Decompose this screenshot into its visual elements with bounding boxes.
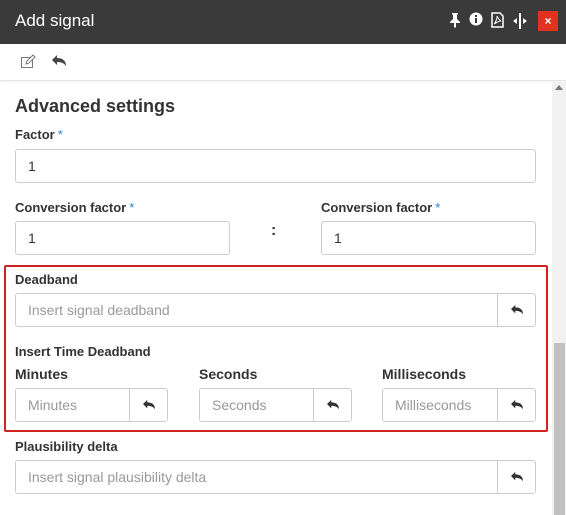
undo-icon <box>511 399 523 410</box>
minutes-input[interactable]: Minutes <box>15 388 130 422</box>
undo-icon[interactable] <box>51 54 69 72</box>
required-marker: * <box>129 200 135 215</box>
milliseconds-label: Milliseconds <box>382 366 467 382</box>
required-marker: * <box>435 200 441 215</box>
undo-icon <box>511 304 523 315</box>
undo-icon <box>143 399 155 410</box>
milliseconds-reset-button[interactable] <box>497 388 536 422</box>
section-title: Advanced settings <box>15 96 176 116</box>
undo-icon <box>511 471 523 482</box>
dialog-title: Add signal <box>15 11 95 30</box>
dialog-titlebar: Add signal × <box>0 0 566 44</box>
factor-label: Factor * <box>15 127 63 142</box>
conversion-factor-right-input[interactable]: 1 <box>321 221 536 255</box>
plausibility-delta-input[interactable]: Insert signal plausibility delta <box>15 460 498 494</box>
scrollbar-thumb[interactable] <box>554 343 565 515</box>
conversion-factor-right-label: Conversion factor * <box>321 200 441 215</box>
undo-icon <box>327 399 339 410</box>
resize-icon[interactable] <box>512 12 528 30</box>
minutes-reset-button[interactable] <box>129 388 168 422</box>
info-icon[interactable] <box>468 12 484 30</box>
edit-icon[interactable] <box>20 54 38 72</box>
close-icon: × <box>544 14 552 28</box>
plausibility-delta-label: Plausibility delta <box>15 439 118 454</box>
required-marker: * <box>57 127 63 142</box>
factor-input[interactable]: 1 <box>15 149 536 183</box>
time-deadband-label: Insert Time Deadband <box>15 344 151 359</box>
seconds-reset-button[interactable] <box>313 388 352 422</box>
conversion-factor-left-label: Conversion factor * <box>15 200 135 215</box>
deadband-reset-button[interactable] <box>497 293 536 327</box>
scroll-up-arrow-icon[interactable] <box>555 85 563 90</box>
pdf-icon[interactable] <box>489 12 505 30</box>
seconds-input[interactable]: Seconds <box>199 388 314 422</box>
deadband-input[interactable]: Insert signal deadband <box>15 293 498 327</box>
minutes-label: Minutes <box>15 366 68 382</box>
pin-icon[interactable] <box>447 12 463 30</box>
deadband-label: Deadband <box>15 272 78 287</box>
milliseconds-input[interactable]: Milliseconds <box>382 388 498 422</box>
close-button[interactable]: × <box>538 11 558 31</box>
toolbar <box>0 44 566 81</box>
conversion-factor-left-input[interactable]: 1 <box>15 221 230 255</box>
plausibility-reset-button[interactable] <box>497 460 536 494</box>
ratio-separator: : <box>271 222 277 239</box>
seconds-label: Seconds <box>199 366 258 382</box>
